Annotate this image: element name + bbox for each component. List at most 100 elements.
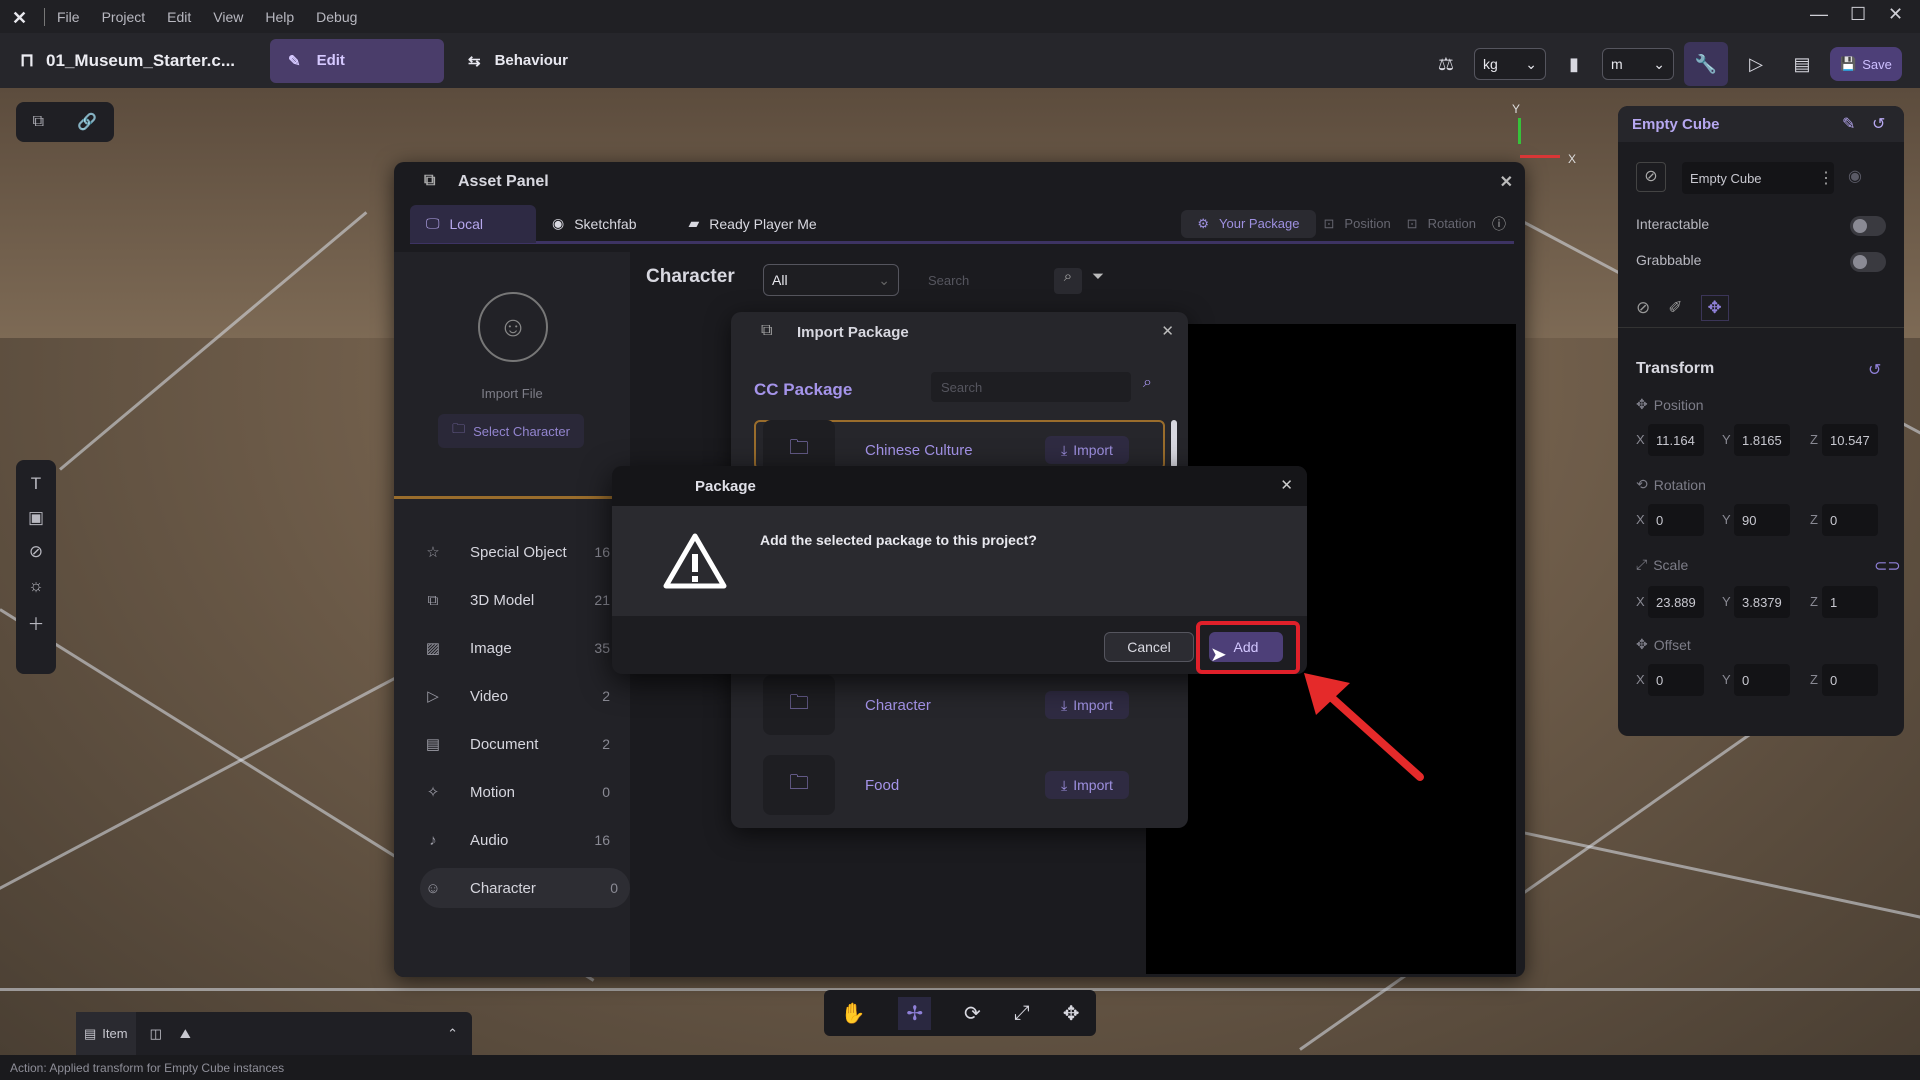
scale-y-field[interactable]: 3.8379 — [1734, 586, 1790, 618]
category-document[interactable]: ▤ Document 2 — [422, 724, 622, 764]
filter-select[interactable]: All ⌄ — [763, 264, 899, 296]
search-input[interactable]: Search — [920, 264, 1050, 296]
close-window-icon[interactable]: ✕ — [1888, 4, 1903, 25]
object-tool-icon[interactable]: ⊘ — [29, 542, 43, 562]
camera-icon[interactable]: ◫ — [150, 1026, 162, 1042]
category-count: 0 — [602, 784, 610, 800]
wrench-icon[interactable]: 🔧 — [1684, 42, 1728, 86]
package-row[interactable]: 🗀 Character ⤓ Import — [763, 674, 1163, 736]
rotation-y-field[interactable]: 90 — [1734, 504, 1790, 536]
duplicate-icon[interactable]: ⧉ — [33, 113, 44, 131]
build-icon[interactable]: ▤ — [1784, 46, 1820, 82]
light-tool-icon[interactable]: ☼ — [28, 576, 44, 596]
add-icon[interactable]: ＋ — [28, 610, 45, 635]
interactable-toggle[interactable] — [1850, 216, 1886, 236]
search-icon[interactable]: ⌕ — [1054, 268, 1082, 294]
item-tab[interactable]: ▤ Item — [76, 1012, 136, 1055]
category-motion[interactable]: ✧ Motion 0 — [422, 772, 622, 812]
minimize-icon[interactable]: — — [1810, 4, 1828, 25]
offset-y-value: 0 — [1742, 672, 1750, 688]
material-tab-icon[interactable]: ✐ — [1668, 298, 1682, 318]
info-icon[interactable]: ⓘ — [1484, 214, 1514, 234]
scale-x-field[interactable]: 23.889 — [1648, 586, 1704, 618]
position-z-field[interactable]: 10.547 — [1822, 424, 1878, 456]
behaviour-mode-tab[interactable]: ⇆ Behaviour — [450, 39, 586, 83]
category-count: 21 — [594, 592, 610, 608]
import-button[interactable]: ⤓ Import — [1045, 691, 1129, 719]
edit-mode-tab[interactable]: ✎ Edit — [270, 38, 444, 83]
download-icon: ⤓ — [1061, 696, 1068, 713]
package-search-input[interactable]: Search — [931, 372, 1131, 402]
category-3d-model[interactable]: ⧉ 3D Model 21 — [422, 580, 622, 620]
offset-z-field[interactable]: 0 — [1822, 664, 1878, 696]
category-image[interactable]: ▨ Image 35 — [422, 628, 622, 668]
tab-ready-player-me[interactable]: ▰ Ready Player Me — [672, 205, 832, 243]
image-tool-icon[interactable]: ▣ — [28, 508, 44, 528]
save-button[interactable]: 💾 Save — [1830, 47, 1902, 81]
hand-icon[interactable]: ✋ — [840, 1001, 865, 1026]
view-tools: ⧉ 🔗 — [16, 102, 114, 142]
maximize-icon[interactable]: ☐ — [1850, 4, 1866, 25]
scale-x-value: 23.889 — [1656, 594, 1696, 610]
transform-icon[interactable]: ✥ — [1063, 1001, 1080, 1026]
position-y-field[interactable]: 1.8165 — [1734, 424, 1790, 456]
offset-y-field[interactable]: 0 — [1734, 664, 1790, 696]
edit-icon[interactable]: ✎ — [1842, 114, 1855, 134]
category-audio[interactable]: ♪ Audio 16 — [422, 820, 622, 860]
scrollbar[interactable] — [1171, 420, 1177, 468]
image-icon: ▨ — [425, 640, 441, 657]
scale-z-field[interactable]: 1 — [1822, 586, 1878, 618]
import-button[interactable]: ⤓ Import — [1045, 771, 1129, 799]
menu-view[interactable]: View — [213, 9, 243, 25]
rotate-icon[interactable]: ⟳ — [964, 1001, 981, 1026]
link-icon[interactable]: ⊂⊃ — [1874, 556, 1901, 576]
close-icon[interactable]: ✕ — [1280, 476, 1293, 494]
visibility-icon[interactable]: ◉ — [1848, 166, 1862, 186]
tab-sketchfab[interactable]: ◉ Sketchfab — [536, 205, 652, 243]
close-icon[interactable]: ✕ — [1161, 322, 1174, 340]
menu-file[interactable]: File — [57, 9, 80, 25]
rotation-icon: ⊡ — [1406, 215, 1418, 231]
axis-z: Z — [1810, 432, 1818, 447]
category-video[interactable]: ▷ Video 2 — [422, 676, 622, 716]
transform-tab-icon[interactable]: ✥ — [1700, 294, 1729, 321]
your-package-button[interactable]: ⚙ Your Package — [1181, 209, 1316, 238]
length-unit-select[interactable]: m ⌄ — [1602, 48, 1674, 80]
select-character-button[interactable]: 🗀 Select Character — [438, 414, 584, 448]
package-row[interactable]: 🗀 Food ⤓ Import — [763, 754, 1163, 816]
menu-debug[interactable]: Debug — [316, 9, 357, 25]
rotation-button[interactable]: ⊡ Rotation — [1399, 205, 1484, 243]
position-button[interactable]: ⊡ Position — [1316, 205, 1399, 243]
environment-icon[interactable]: ⛰ — [180, 1026, 191, 1042]
chevron-up-icon[interactable]: ⌃ — [447, 1026, 458, 1042]
scale-icon[interactable]: ⤢ — [1014, 1002, 1030, 1025]
object-tab-icon[interactable]: ⊘ — [1636, 298, 1650, 318]
more-icon[interactable]: ⋮ — [1818, 168, 1834, 188]
cancel-button[interactable]: Cancel — [1104, 632, 1194, 662]
position-x-field[interactable]: 11.164 — [1648, 424, 1704, 456]
menu-help[interactable]: Help — [265, 9, 294, 25]
menu-edit[interactable]: Edit — [167, 9, 191, 25]
rotation-x-field[interactable]: 0 — [1648, 504, 1704, 536]
import-file-icon[interactable]: ☺ — [478, 292, 548, 362]
rotation-z-field[interactable]: 0 — [1822, 504, 1878, 536]
mass-unit-select[interactable]: kg ⌄ — [1474, 48, 1546, 80]
offset-x-field[interactable]: 0 — [1648, 664, 1704, 696]
import-button[interactable]: ⤓ Import — [1045, 436, 1129, 464]
reset-icon[interactable]: ↺ — [1872, 114, 1885, 134]
move-icon[interactable]: ✢ — [898, 996, 932, 1030]
play-icon[interactable]: ▷ — [1738, 46, 1774, 82]
category-special-object[interactable]: ☆ Special Object 16 — [422, 532, 622, 572]
filter-icon[interactable]: ⏷ — [1092, 268, 1104, 285]
grabbable-toggle[interactable] — [1850, 252, 1886, 272]
menu-project[interactable]: Project — [102, 9, 146, 25]
tab-local[interactable]: 🖵 Local — [410, 204, 536, 243]
text-tool-icon[interactable]: T — [31, 474, 41, 494]
search-icon[interactable]: ⌕ — [1143, 374, 1152, 392]
category-character[interactable]: ☺ Character 0 — [420, 868, 630, 908]
warning-icon — [663, 533, 727, 589]
reset-icon[interactable]: ↺ — [1868, 360, 1881, 380]
close-icon[interactable]: ✕ — [1500, 172, 1513, 192]
link-icon[interactable]: 🔗 — [77, 112, 97, 132]
object-name-field[interactable]: Empty Cube — [1682, 162, 1834, 194]
